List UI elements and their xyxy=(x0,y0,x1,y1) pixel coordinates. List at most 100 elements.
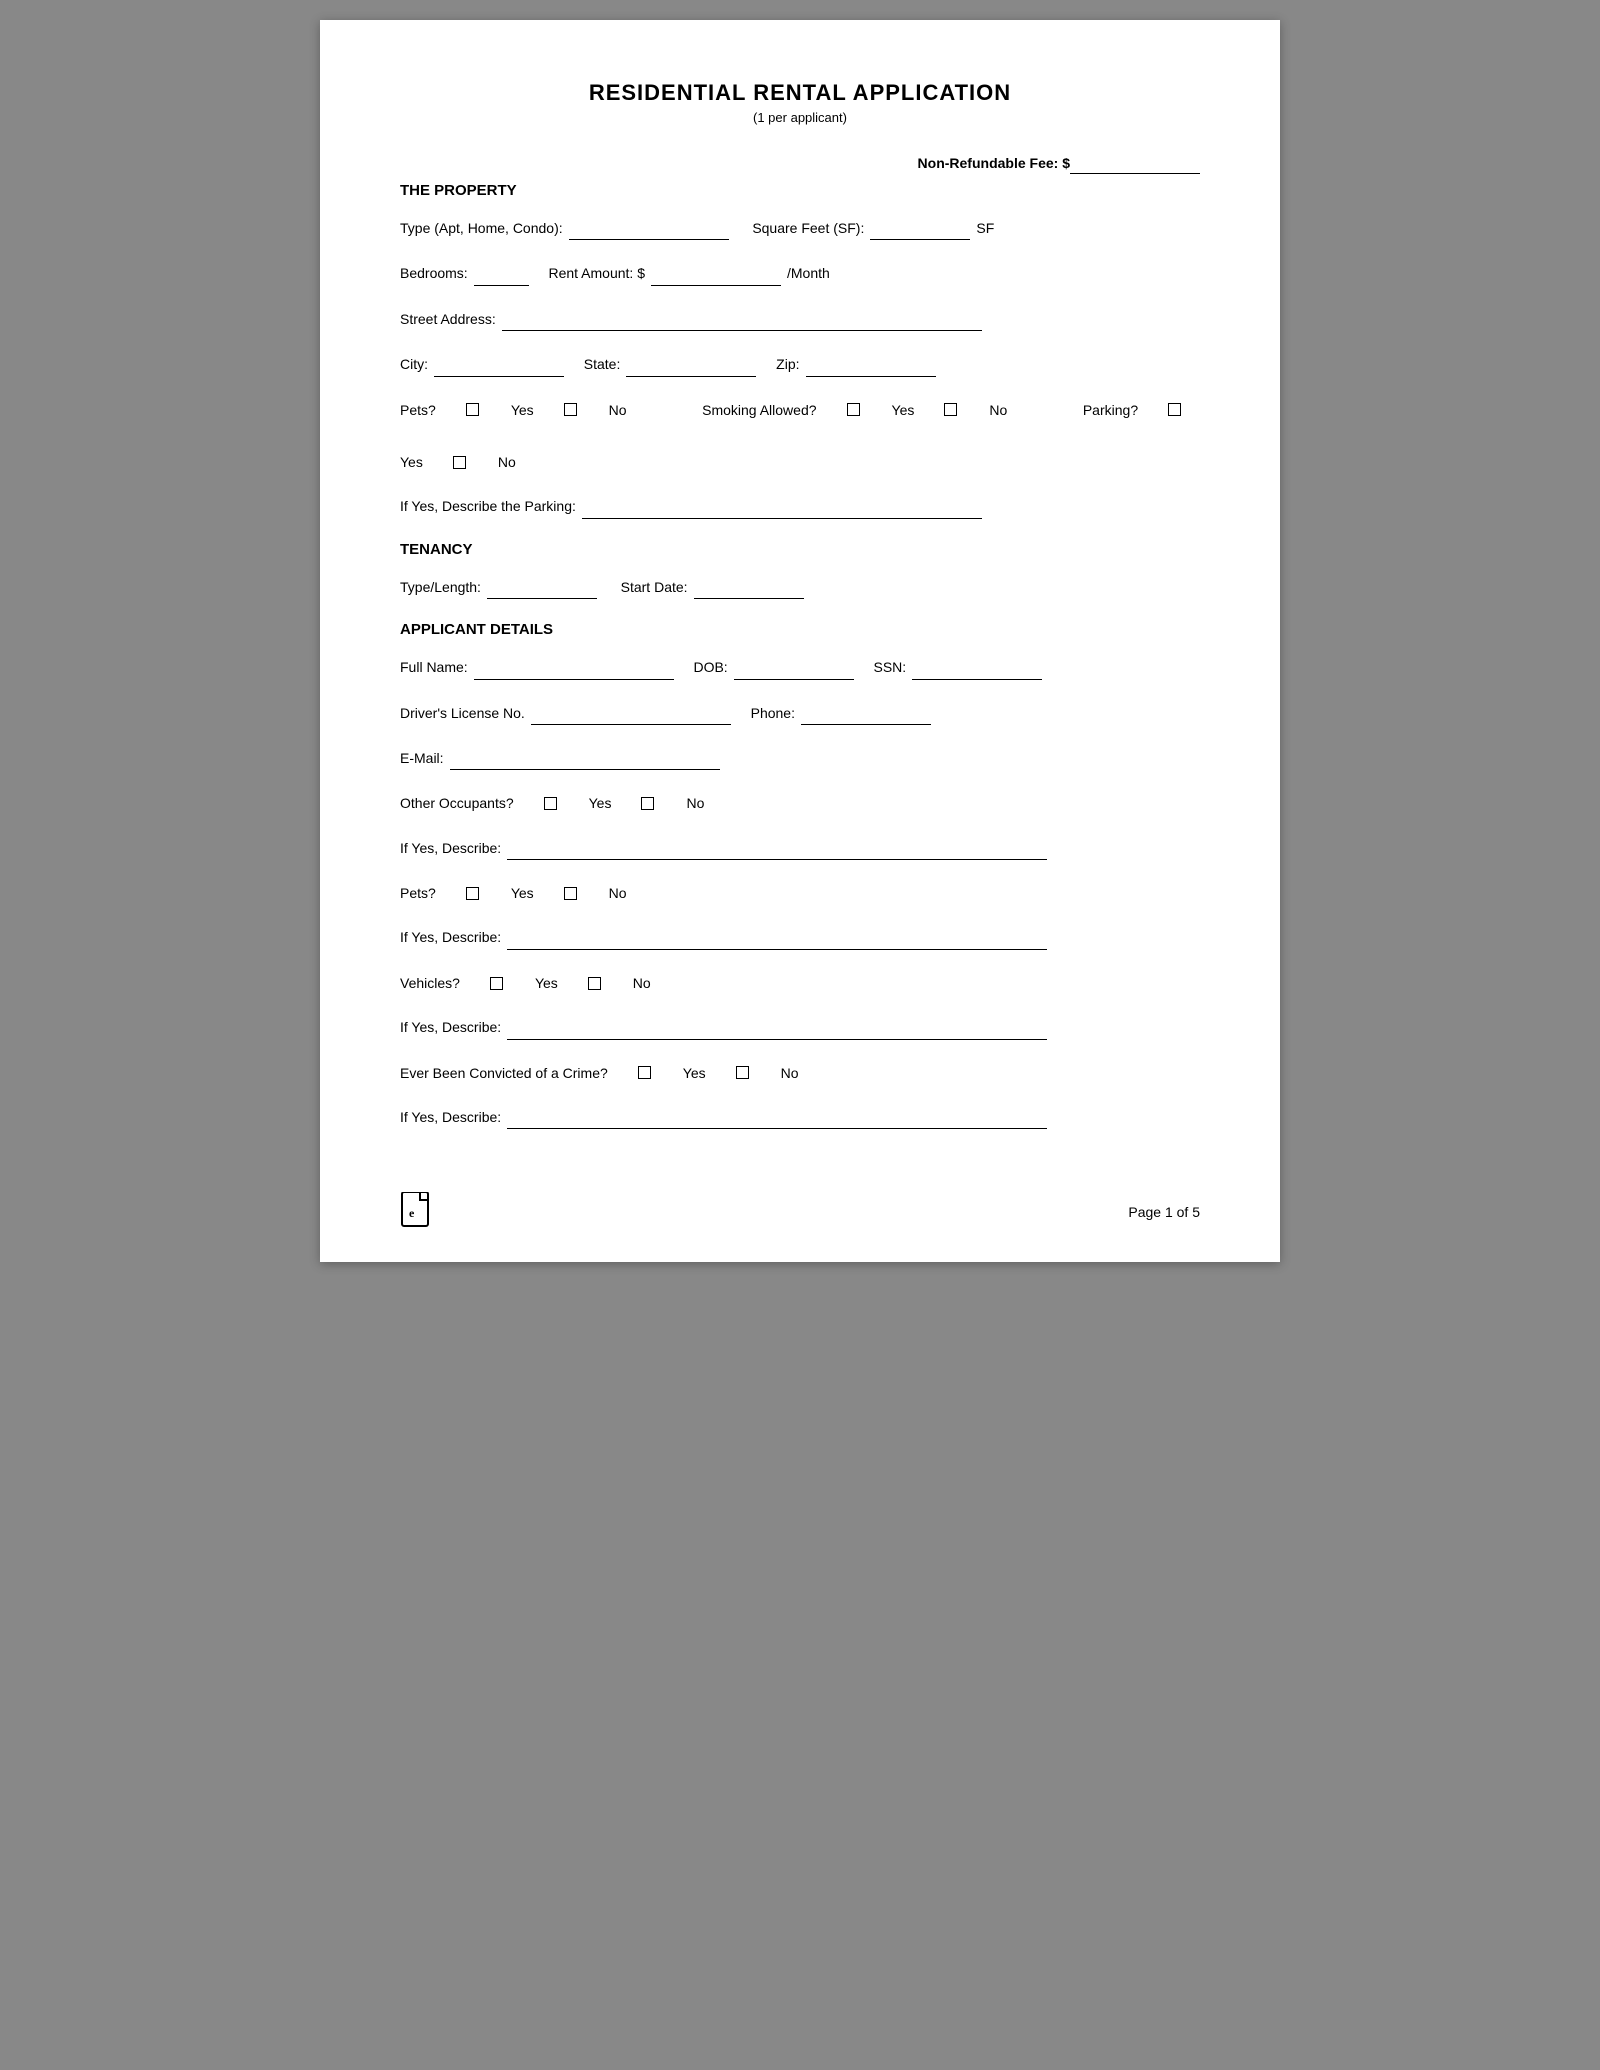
type-label: Type (Apt, Home, Condo): xyxy=(400,217,563,239)
email-label: E-Mail: xyxy=(400,747,444,769)
occupants-yes-label: Yes xyxy=(589,792,612,814)
dob-input-line xyxy=(734,656,854,679)
occupants-no-checkbox[interactable] xyxy=(641,797,654,810)
type-length-label: Type/Length: xyxy=(400,576,481,598)
type-input-line xyxy=(569,217,729,240)
applicant-pets-no-checkbox[interactable] xyxy=(564,887,577,900)
applicant-pets-no-label: No xyxy=(609,882,627,904)
email-input-line xyxy=(450,747,720,770)
occupants-no-label: No xyxy=(686,792,704,814)
page-title: RESIDENTIAL RENTAL APPLICATION xyxy=(400,80,1200,106)
crime-yes-checkbox[interactable] xyxy=(638,1066,651,1079)
smoking-no-label: No xyxy=(989,399,1007,421)
footer: e Page 1 of 5 xyxy=(400,1192,1200,1232)
occupants-yes-checkbox[interactable] xyxy=(544,797,557,810)
zip-label: Zip: xyxy=(776,353,799,375)
address-input-line xyxy=(502,308,982,331)
document-page: RESIDENTIAL RENTAL APPLICATION (1 per ap… xyxy=(320,20,1280,1262)
rent-label: Rent Amount: $ xyxy=(548,262,645,284)
start-date-input-line xyxy=(694,576,804,599)
pets-no-label: No xyxy=(609,399,627,421)
parking-yes-checkbox[interactable] xyxy=(1168,403,1181,416)
type-sqft-row: Type (Apt, Home, Condo): Square Feet (SF… xyxy=(400,217,1200,240)
vehicles-yes-checkbox[interactable] xyxy=(490,977,503,990)
page-number: Page 1 of 5 xyxy=(1128,1204,1200,1220)
sqft-label: Square Feet (SF): xyxy=(752,217,864,239)
smoking-no-checkbox[interactable] xyxy=(944,403,957,416)
smoking-label: Smoking Allowed? xyxy=(702,399,816,421)
applicant-pets-yes-label: Yes xyxy=(511,882,534,904)
vehicles-describe-label: If Yes, Describe: xyxy=(400,1016,501,1038)
crime-describe-label: If Yes, Describe: xyxy=(400,1106,501,1128)
fullname-input-line xyxy=(474,656,674,679)
address-label: Street Address: xyxy=(400,308,496,330)
tenancy-row: Type/Length: Start Date: xyxy=(400,576,1200,599)
phone-label: Phone: xyxy=(751,702,795,724)
page-subtitle: (1 per applicant) xyxy=(400,110,1200,125)
crime-no-checkbox[interactable] xyxy=(736,1066,749,1079)
pets-yes-label: Yes xyxy=(511,399,534,421)
vehicles-describe-input-line xyxy=(507,1016,1047,1039)
ssn-label: SSN: xyxy=(873,656,906,678)
dl-label: Driver's License No. xyxy=(400,702,525,724)
rent-suffix: /Month xyxy=(787,262,830,284)
vehicles-label: Vehicles? xyxy=(400,972,460,994)
city-state-zip-row: City: State: Zip: xyxy=(400,353,1200,376)
fee-input-line xyxy=(1070,155,1200,174)
parking-describe-row: If Yes, Describe the Parking: xyxy=(400,495,1200,518)
pets-describe-label: If Yes, Describe: xyxy=(400,926,501,948)
pets-yes-checkbox[interactable] xyxy=(466,403,479,416)
rent-input-line xyxy=(651,262,781,285)
crime-describe-row: If Yes, Describe: xyxy=(400,1106,1200,1129)
bedrooms-label: Bedrooms: xyxy=(400,262,468,284)
start-date-label: Start Date: xyxy=(621,576,688,598)
parking-yes-label: Yes xyxy=(400,451,423,473)
bedrooms-input-line xyxy=(474,262,529,285)
crime-describe-input-line xyxy=(507,1106,1047,1129)
vehicles-row: Vehicles? Yes No xyxy=(400,972,1200,994)
pets-smoking-parking-row: Pets? Yes No Smoking Allowed? Yes No Par… xyxy=(400,399,1200,474)
occupants-describe-input-line xyxy=(507,837,1047,860)
fee-label: Non-Refundable Fee: $ xyxy=(918,155,1070,174)
crime-yes-label: Yes xyxy=(683,1062,706,1084)
vehicles-no-label: No xyxy=(633,972,651,994)
pets-describe-input-line xyxy=(507,926,1047,949)
city-input-line xyxy=(434,353,564,376)
bedrooms-rent-row: Bedrooms: Rent Amount: $ /Month xyxy=(400,262,1200,285)
fullname-dob-ssn-row: Full Name: DOB: SSN: xyxy=(400,656,1200,679)
sqft-input-line xyxy=(870,217,970,240)
dob-label: DOB: xyxy=(693,656,727,678)
brand-icon: e xyxy=(400,1192,436,1232)
zip-input-line xyxy=(806,353,936,376)
phone-input-line xyxy=(801,702,931,725)
applicant-pets-yes-checkbox[interactable] xyxy=(466,887,479,900)
parking-describe-input-line xyxy=(582,495,982,518)
parking-no-checkbox[interactable] xyxy=(453,456,466,469)
vehicles-yes-label: Yes xyxy=(535,972,558,994)
applicant-pets-label: Pets? xyxy=(400,882,436,904)
smoking-yes-label: Yes xyxy=(892,399,915,421)
parking-label: Parking? xyxy=(1083,399,1138,421)
other-occupants-label: Other Occupants? xyxy=(400,792,514,814)
property-section-title: THE PROPERTY xyxy=(400,182,1200,199)
svg-text:e: e xyxy=(409,1206,415,1220)
applicant-section-title: APPLICANT DETAILS xyxy=(400,621,1200,638)
sqft-suffix: SF xyxy=(976,217,994,239)
address-row: Street Address: xyxy=(400,308,1200,331)
smoking-yes-checkbox[interactable] xyxy=(847,403,860,416)
crime-label: Ever Been Convicted of a Crime? xyxy=(400,1062,608,1084)
dl-input-line xyxy=(531,702,731,725)
parking-no-label: No xyxy=(498,451,516,473)
tenancy-section-title: TENANCY xyxy=(400,541,1200,558)
pets-label: Pets? xyxy=(400,399,436,421)
other-occupants-row: Other Occupants? Yes No xyxy=(400,792,1200,814)
parking-describe-label: If Yes, Describe the Parking: xyxy=(400,495,576,517)
city-label: City: xyxy=(400,353,428,375)
occupants-describe-label: If Yes, Describe: xyxy=(400,837,501,859)
applicant-pets-row: Pets? Yes No xyxy=(400,882,1200,904)
state-label: State: xyxy=(584,353,621,375)
crime-row: Ever Been Convicted of a Crime? Yes No xyxy=(400,1062,1200,1084)
vehicles-no-checkbox[interactable] xyxy=(588,977,601,990)
pets-no-checkbox[interactable] xyxy=(564,403,577,416)
state-input-line xyxy=(626,353,756,376)
